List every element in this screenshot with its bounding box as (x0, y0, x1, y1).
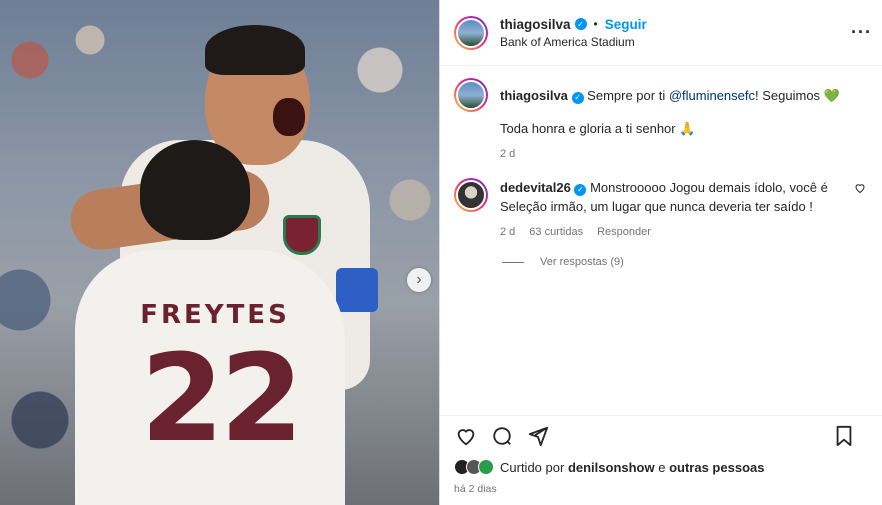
caption-text: Sempre por ti (587, 88, 669, 103)
post-photo[interactable]: FREYTES 22 › (0, 0, 439, 505)
avatar[interactable] (454, 178, 488, 212)
player-hair (205, 25, 305, 75)
verified-icon: ✓ (574, 18, 587, 30)
likes-summary: Curtido por denilsonshow e outras pessoa… (440, 455, 882, 479)
share-icon[interactable] (526, 424, 550, 448)
post-header: thiagosilva ✓ • Seguir Bank of America S… (440, 0, 882, 66)
bookmark-icon[interactable] (832, 424, 856, 448)
like-icon[interactable] (454, 424, 478, 448)
liker-username[interactable]: denilsonshow (568, 460, 655, 475)
view-replies-button[interactable]: Ver respostas (9) (502, 256, 868, 268)
post-username[interactable]: thiagosilva (500, 17, 571, 32)
replies-line (502, 261, 524, 263)
reply-button[interactable]: Responder (597, 226, 651, 238)
comment-likes[interactable]: 63 curtidas (529, 226, 583, 238)
comment-username[interactable]: dedevital26 (500, 180, 571, 195)
verified-icon: ✓ (574, 183, 587, 196)
post-location[interactable]: Bank of America Stadium (500, 35, 647, 49)
more-options-icon[interactable]: ··· (851, 22, 872, 43)
likes-middle: e (658, 459, 666, 475)
likes-prefix: Curtido por (500, 459, 565, 475)
captain-armband (336, 268, 378, 312)
caption: thiagosilva ✓ Sempre por ti @fluminensef… (454, 78, 868, 160)
avatar[interactable] (454, 78, 488, 112)
other-likers-link[interactable]: outras pessoas (669, 460, 764, 475)
action-bar (440, 415, 882, 455)
player-head-back (140, 140, 250, 240)
comment-time: 2 d (500, 226, 516, 238)
avatar[interactable] (454, 15, 488, 50)
club-crest (283, 215, 321, 255)
post-time: há 2 dias (454, 483, 497, 495)
comment-icon[interactable] (490, 424, 514, 448)
comment-item: dedevital26 ✓ Monstrooooo Jogou demais í… (454, 178, 868, 238)
verified-icon: ✓ (571, 91, 584, 104)
follow-button[interactable]: Seguir (605, 17, 647, 32)
green-heart-emoji: 💚 (823, 88, 840, 103)
post-side-panel: thiagosilva ✓ • Seguir Bank of America S… (439, 0, 882, 505)
comment-heart-icon[interactable] (854, 182, 866, 197)
caption-username[interactable]: thiagosilva (500, 88, 568, 103)
instagram-post-modal: FREYTES 22 › thiagosilva ✓ • Seguir Bank… (0, 0, 882, 505)
praying-hands-emoji: 🙏 (679, 121, 696, 136)
jersey-number: 22 (140, 330, 304, 469)
view-replies-label: Ver respostas (9) (540, 256, 624, 268)
next-photo-button[interactable]: › (407, 268, 431, 292)
caption-line2: Toda honra e gloria a ti senhor (500, 121, 680, 136)
jersey-name: FREYTES (140, 300, 290, 330)
chevron-right-icon: › (416, 271, 422, 288)
comments-section: thiagosilva ✓ Sempre por ti @fluminensef… (440, 66, 882, 415)
mention-link[interactable]: @fluminensefc (669, 88, 755, 103)
player-mouth (273, 98, 305, 136)
caption-text-after: ! Seguimos (755, 88, 824, 103)
separator-dot: • (593, 17, 598, 31)
avatar (478, 459, 494, 475)
liker-avatars (454, 459, 494, 475)
caption-time: 2 d (500, 148, 516, 160)
